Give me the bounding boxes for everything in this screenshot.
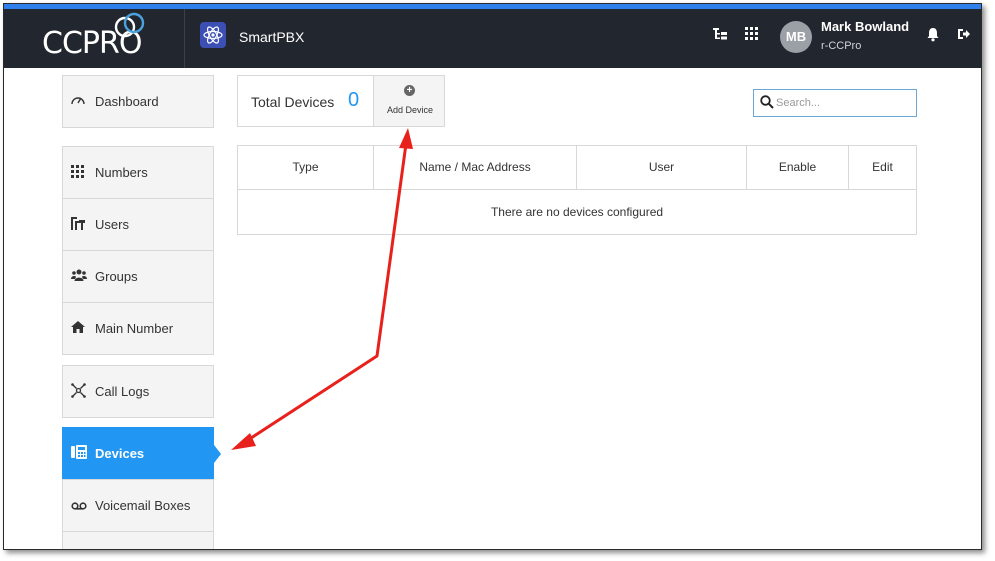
arrow-head-up-icon <box>399 128 413 149</box>
annotation-arrows <box>231 128 413 450</box>
screenshot-frame: CCPRO SmartPBX MB Mark Bowland r-CCPro D… <box>3 3 982 550</box>
